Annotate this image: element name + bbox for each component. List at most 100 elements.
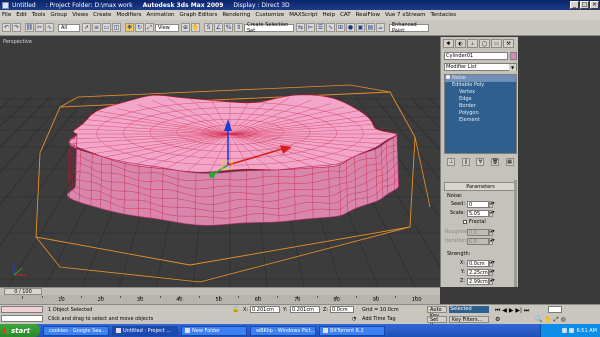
ref-coord-select[interactable]: View (155, 23, 179, 32)
menu-tools[interactable]: Tools (32, 12, 46, 18)
y-coord-field[interactable]: 0.201cm (290, 306, 320, 313)
task-picture-viewer[interactable]: wBKiip - Windows Pict... (250, 325, 316, 336)
viewport-label[interactable]: Perspective (3, 39, 32, 45)
redo-icon[interactable]: ↷ (12, 23, 21, 32)
stack-item-noise[interactable]: Noise (445, 75, 516, 82)
schematic-view-icon[interactable]: ⊞ (336, 23, 345, 32)
object-color-swatch[interactable] (510, 52, 517, 60)
manipulate-icon[interactable]: ✋ (191, 23, 200, 32)
minimize-button[interactable]: _ (570, 1, 579, 9)
select-by-name-icon[interactable]: ≡ (92, 23, 101, 32)
quick-render-icon[interactable]: ☕ (376, 23, 385, 32)
stack-item-editable-poly[interactable]: Editable Poly (445, 82, 516, 89)
menu-edit[interactable]: Edit (16, 12, 27, 18)
bind-space-warp-icon[interactable]: ∿ (45, 23, 54, 32)
menu-create[interactable]: Create (93, 12, 111, 18)
key-filters-button[interactable]: Key Filters... (449, 316, 489, 323)
curve-editor-icon[interactable]: ∿ (326, 23, 335, 32)
panel-scrollbar[interactable] (514, 180, 517, 287)
set-key-button[interactable]: Set Key (427, 316, 447, 329)
select-scale-icon[interactable]: ⤢ (145, 23, 154, 32)
time-config-icon[interactable]: ⚙ (495, 316, 500, 323)
enhanced-paint-select[interactable]: Enhanced Paint (389, 22, 429, 34)
menu-modifiers[interactable]: Modifiers (116, 12, 141, 18)
volume-icon[interactable] (569, 328, 575, 333)
lightbulb-icon[interactable] (446, 75, 450, 79)
utilities-tab-icon[interactable]: ⚒ (503, 39, 514, 48)
menu-file[interactable]: File (2, 12, 11, 18)
stack-item-vertex[interactable]: Vertex (445, 89, 516, 96)
make-unique-icon[interactable]: ∀ (476, 158, 485, 166)
render-frame-icon[interactable]: ▤ (366, 23, 375, 32)
time-slider-bar[interactable]: 0 / 100 (0, 287, 440, 295)
menu-tentacles[interactable]: Tentacles (430, 12, 456, 18)
hierarchy-tab-icon[interactable]: ⊥ (467, 39, 478, 48)
network-icon[interactable] (562, 328, 568, 333)
percent-snap-icon[interactable]: % (224, 23, 233, 32)
lock-selection-icon[interactable]: 🔒 (232, 306, 239, 313)
create-tab-icon[interactable]: ✱ (443, 39, 454, 48)
snap-toggle-icon[interactable]: S (204, 23, 213, 32)
maximize-button[interactable]: □ (580, 1, 589, 9)
auto-key-button[interactable]: Auto Key (427, 306, 447, 319)
select-link-icon[interactable]: ⛓ (25, 23, 34, 32)
undo-icon[interactable]: ↶ (2, 23, 11, 32)
add-time-tag[interactable]: Add Time Tag (362, 316, 396, 322)
playback-controls[interactable]: ⏮ ◀ ▶ ▶| ⏭ (495, 307, 529, 315)
rect-region-icon[interactable]: ▭ (102, 23, 111, 32)
maxscript-listener-output[interactable] (1, 315, 43, 322)
select-move-icon[interactable]: ✥ (125, 23, 134, 32)
menu-vue-xstream[interactable]: Vue 7 xStream (385, 12, 425, 18)
menu-group[interactable]: Group (50, 12, 67, 18)
strength-x-arrows-icon[interactable]: ▲▼ (489, 259, 495, 267)
scale-spinner[interactable]: 5.05 (467, 209, 489, 217)
strength-z-arrows-icon[interactable]: ▲▼ (489, 277, 495, 285)
current-frame-field[interactable] (548, 306, 562, 313)
seed-spinner[interactable]: 0 (467, 200, 489, 208)
align-icon[interactable]: ⊨ (306, 23, 315, 32)
parameters-rollout[interactable]: Parameters (444, 182, 517, 191)
viewport-canvas[interactable] (0, 37, 440, 287)
time-slider[interactable]: 0 / 100 (4, 288, 42, 295)
spinner-snap-icon[interactable]: ⇕ (234, 23, 243, 32)
menu-realflow[interactable]: RealFlow (356, 12, 380, 18)
menu-rendering[interactable]: Rendering (222, 12, 250, 18)
stack-item-polygon[interactable]: Polygon (445, 110, 516, 117)
object-name-field[interactable]: Cylinder01 (444, 52, 508, 60)
task-3dsmax[interactable]: Untitled : Project ... (112, 325, 178, 336)
menu-maxscript[interactable]: MAXScript (289, 12, 317, 18)
fractal-checkbox[interactable]: Fractal (463, 219, 486, 225)
menu-animation[interactable]: Animation (147, 12, 175, 18)
unlink-icon[interactable]: ✂ (35, 23, 44, 32)
fractal-checkbox-box[interactable] (463, 219, 467, 224)
track-bar[interactable]: 10 20 30 40 50 60 70 80 90 100 (0, 295, 440, 304)
task-bittorrent[interactable]: BitTorrent 6.2 (319, 325, 385, 336)
menu-customize[interactable]: Customize (255, 12, 284, 18)
menu-views[interactable]: Views (72, 12, 88, 18)
show-end-result-icon[interactable]: ∥ (461, 158, 470, 166)
start-button[interactable]: start (0, 324, 40, 337)
time-tag-icon[interactable]: ◔ (352, 316, 356, 322)
mirror-icon[interactable]: ⇆ (296, 23, 305, 32)
display-tab-icon[interactable]: ▭ (491, 39, 502, 48)
perspective-viewport[interactable]: Perspective (0, 37, 440, 287)
pin-stack-icon[interactable]: ⊥ (447, 158, 456, 166)
menu-help[interactable]: Help (323, 12, 336, 18)
modify-tab-icon[interactable]: ◐ (455, 39, 466, 48)
menu-cat[interactable]: CAT (340, 12, 351, 18)
layer-manager-icon[interactable]: ☰ (316, 23, 325, 32)
task-google-search[interactable]: cookies - Google Sea... (43, 325, 109, 336)
material-editor-icon[interactable]: ● (346, 23, 355, 32)
window-crossing-icon[interactable]: ◫ (112, 23, 121, 32)
strength-z-spinner[interactable]: 2.99cm (467, 277, 489, 285)
scale-spinner-arrows-icon[interactable]: ▲▼ (489, 209, 495, 217)
strength-x-spinner[interactable]: 0.0cm (467, 259, 489, 267)
iterations-spinner-arrows-icon[interactable]: ▲▼ (489, 237, 495, 245)
named-selection-set[interactable]: Create Selection Set (244, 22, 294, 34)
remove-modifier-icon[interactable]: 🗑 (491, 158, 500, 166)
selection-filter-select[interactable]: All (58, 23, 80, 32)
auto-key-filter-select[interactable]: Selected (449, 306, 489, 313)
x-coord-field[interactable]: 0.201cm (250, 306, 280, 313)
menu-graph-editors[interactable]: Graph Editors (180, 12, 218, 18)
roughness-spinner-arrows-icon[interactable]: ▲▼ (489, 228, 495, 236)
